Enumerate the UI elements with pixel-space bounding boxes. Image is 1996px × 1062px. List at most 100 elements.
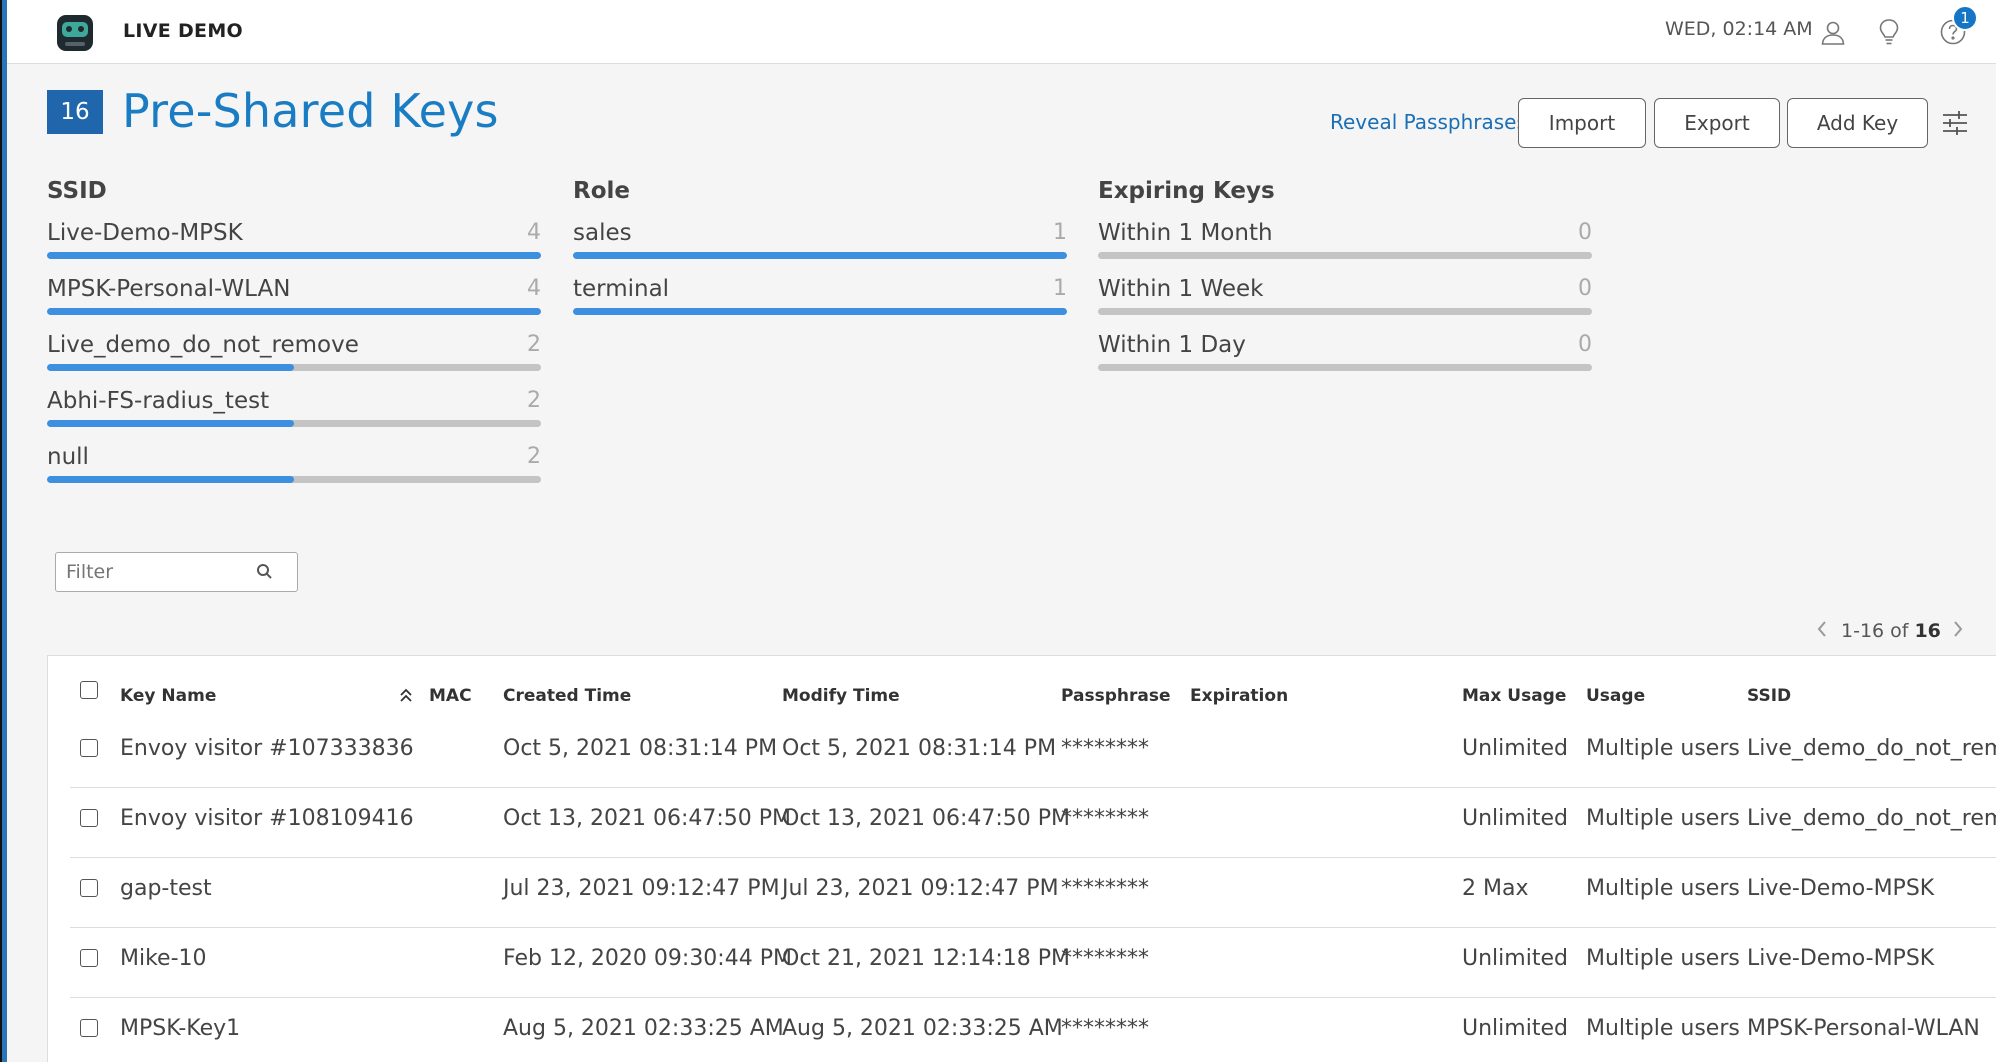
summary-bar-fill: [47, 420, 294, 427]
column-header-modify-time[interactable]: Modify Time: [782, 686, 900, 706]
import-button[interactable]: Import: [1518, 98, 1646, 148]
column-header-ssid[interactable]: SSID: [1747, 686, 1791, 706]
cell-modify-time: Oct 5, 2021 08:31:14 PM: [782, 736, 1057, 761]
table-row[interactable]: gap-test Jul 23, 2021 09:12:47 PM Jul 23…: [70, 858, 1996, 928]
cell-ssid: Live_demo_do_not_remove: [1747, 806, 1996, 831]
cell-ssid: Live_demo_do_not_remove: [1747, 736, 1996, 761]
app-logo-icon[interactable]: [55, 12, 95, 54]
row-checkbox[interactable]: [80, 739, 98, 757]
summary-item-count: 2: [527, 332, 541, 357]
summary-item[interactable]: Within 1 Month 0: [1098, 214, 1592, 270]
cell-passphrase: ********: [1061, 1016, 1149, 1041]
cell-max-usage: Unlimited: [1462, 1016, 1568, 1041]
cell-modify-time: Aug 5, 2021 02:33:25 AM: [782, 1016, 1063, 1041]
table-row[interactable]: Mike-10 Feb 12, 2020 09:30:44 PM Oct 21,…: [70, 928, 1996, 998]
summary-item-label: Live_demo_do_not_remove: [47, 332, 359, 358]
cell-usage: Multiple users: [1586, 806, 1740, 831]
cell-ssid: Live-Demo-MPSK: [1747, 946, 1935, 971]
role-summary: Role sales 1 terminal 1: [573, 178, 1067, 326]
top-header: LIVE DEMO WED, 02:14 AM 1: [7, 0, 1996, 64]
summary-item[interactable]: terminal 1: [573, 270, 1067, 326]
expiring-keys-summary: Expiring Keys Within 1 Month 0 Within 1 …: [1098, 178, 1592, 382]
summary-item[interactable]: MPSK-Personal-WLAN 4: [47, 270, 541, 326]
column-header-mac[interactable]: MAC: [429, 686, 472, 706]
summary-bar-fill: [573, 308, 1067, 315]
summary-item[interactable]: Within 1 Week 0: [1098, 270, 1592, 326]
cell-usage: Multiple users: [1586, 946, 1740, 971]
row-checkbox[interactable]: [80, 1019, 98, 1037]
summary-item-label: Abhi-FS-radius_test: [47, 388, 270, 414]
cell-max-usage: Unlimited: [1462, 806, 1568, 831]
reveal-passphrases-link[interactable]: Reveal Passphrases: [1330, 110, 1527, 134]
summary-item[interactable]: null 2: [47, 438, 541, 494]
cell-passphrase: ********: [1061, 806, 1149, 831]
filter-input[interactable]: [66, 559, 246, 585]
summary-item-count: 2: [527, 444, 541, 469]
summary-bar: [47, 420, 541, 427]
notification-badge[interactable]: 1: [1952, 5, 1978, 31]
column-header-passphrase[interactable]: Passphrase: [1061, 686, 1171, 706]
summary-item-count: 2: [527, 388, 541, 413]
summary-bar: [47, 252, 541, 259]
column-header-key-name[interactable]: Key Name: [120, 686, 216, 706]
app-name: LIVE DEMO: [123, 20, 243, 42]
summary-bar-fill: [47, 364, 294, 371]
prev-page-icon[interactable]: [1815, 619, 1835, 644]
summary-item-label: sales: [573, 220, 632, 246]
role-summary-title: Role: [573, 178, 630, 204]
cell-key-name: MPSK-Key1: [120, 1016, 241, 1041]
column-header-max-usage[interactable]: Max Usage: [1462, 686, 1566, 706]
cell-key-name: gap-test: [120, 876, 212, 901]
filter-box: [55, 552, 298, 592]
summary-item-count: 1: [1053, 220, 1067, 245]
summary-item-count: 4: [527, 220, 541, 245]
pagination: 1-16 of 16: [1815, 617, 1975, 645]
summary-item[interactable]: Within 1 Day 0: [1098, 326, 1592, 382]
summary-item-count: 0: [1578, 276, 1592, 301]
cell-passphrase: ********: [1061, 946, 1149, 971]
cell-passphrase: ********: [1061, 736, 1149, 761]
sort-ascending-icon[interactable]: [398, 686, 414, 704]
column-header-usage[interactable]: Usage: [1586, 686, 1645, 706]
cell-created-time: Oct 5, 2021 08:31:14 PM: [503, 736, 778, 761]
summary-item[interactable]: Abhi-FS-radius_test 2: [47, 382, 541, 438]
row-checkbox[interactable]: [80, 879, 98, 897]
export-button[interactable]: Export: [1654, 98, 1780, 148]
summary-item-count: 4: [527, 276, 541, 301]
row-checkbox[interactable]: [80, 949, 98, 967]
add-key-button[interactable]: Add Key: [1787, 98, 1928, 148]
summary-item-label: Within 1 Week: [1098, 276, 1264, 302]
next-page-icon[interactable]: [1951, 619, 1971, 644]
summary-item-label: terminal: [573, 276, 670, 302]
table-row[interactable]: Envoy visitor #107333836 Oct 5, 2021 08:…: [70, 718, 1996, 788]
key-count-badge: 16: [47, 90, 103, 134]
cell-key-name: Envoy visitor #108109416: [120, 806, 414, 831]
summary-bar: [1098, 308, 1592, 315]
table-row[interactable]: Envoy visitor #108109416 Oct 13, 2021 06…: [70, 788, 1996, 858]
expiring-keys-summary-title: Expiring Keys: [1098, 178, 1275, 204]
select-all-checkbox[interactable]: [80, 681, 98, 699]
cell-usage: Multiple users: [1586, 1016, 1740, 1041]
row-checkbox[interactable]: [80, 809, 98, 827]
cell-created-time: Feb 12, 2020 09:30:44 PM: [503, 946, 792, 971]
summary-item[interactable]: sales 1: [573, 214, 1067, 270]
page-title: Pre-Shared Keys: [122, 84, 499, 138]
ssid-summary: SSID Live-Demo-MPSK 4 MPSK-Personal-WLAN…: [47, 178, 541, 494]
page-of: of: [1890, 620, 1909, 642]
summary-item[interactable]: Live_demo_do_not_remove 2: [47, 326, 541, 382]
summary-bar: [47, 308, 541, 315]
summary-bar-fill: [573, 252, 1067, 259]
search-icon[interactable]: [254, 561, 276, 583]
summary-item[interactable]: Live-Demo-MPSK 4: [47, 214, 541, 270]
lightbulb-icon[interactable]: [1873, 16, 1905, 48]
user-icon[interactable]: [1817, 16, 1849, 48]
summary-bar: [573, 252, 1067, 259]
column-settings-icon[interactable]: [1940, 108, 1970, 138]
column-header-created-time[interactable]: Created Time: [503, 686, 631, 706]
cell-ssid: Live-Demo-MPSK: [1747, 876, 1935, 901]
cell-usage: Multiple users: [1586, 736, 1740, 761]
cell-modify-time: Oct 21, 2021 12:14:18 PM: [782, 946, 1071, 971]
summary-item-count: 0: [1578, 220, 1592, 245]
column-header-expiration[interactable]: Expiration: [1190, 686, 1288, 706]
table-row[interactable]: MPSK-Key1 Aug 5, 2021 02:33:25 AM Aug 5,…: [70, 998, 1996, 1062]
